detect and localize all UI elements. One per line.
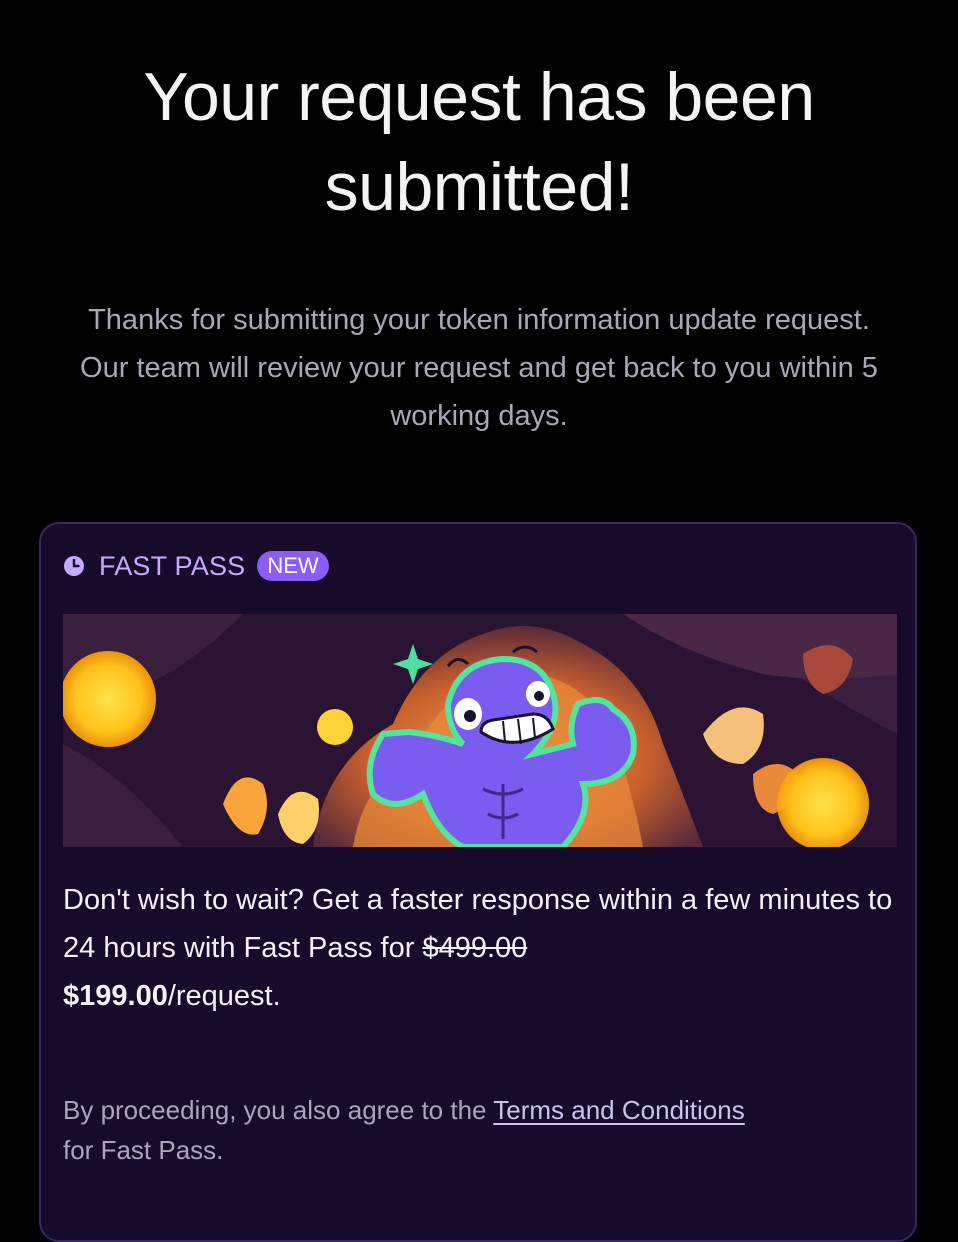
fast-pass-label: FAST PASS <box>99 550 246 581</box>
fast-pass-banner-illustration <box>63 614 897 847</box>
new-badge: NEW <box>257 551 329 581</box>
terms-agreement: By proceeding, you also agree to the Ter… <box>63 1090 897 1170</box>
agree-suffix: for Fast Pass. <box>63 1135 224 1165</box>
fast-pass-offer: Don't wish to wait? Get a faster respons… <box>63 876 897 1020</box>
confirmation-message: Thanks for submitting your token informa… <box>80 304 878 432</box>
price-unit: /request. <box>167 980 281 1012</box>
agree-prefix: By proceeding, you also agree to the <box>63 1095 494 1125</box>
clock-icon <box>63 555 85 577</box>
old-price: $499.00 <box>422 932 528 964</box>
page-title: Your request has been submitted! <box>143 59 815 225</box>
new-price: $199.00 <box>63 980 168 1012</box>
fast-pass-card: FAST PASS NEW Don't wish to wait? Get a … <box>39 522 917 1242</box>
terms-and-conditions-link[interactable]: Terms and Conditions <box>493 1095 744 1125</box>
fast-pass-header: FAST PASS NEW <box>63 546 329 586</box>
